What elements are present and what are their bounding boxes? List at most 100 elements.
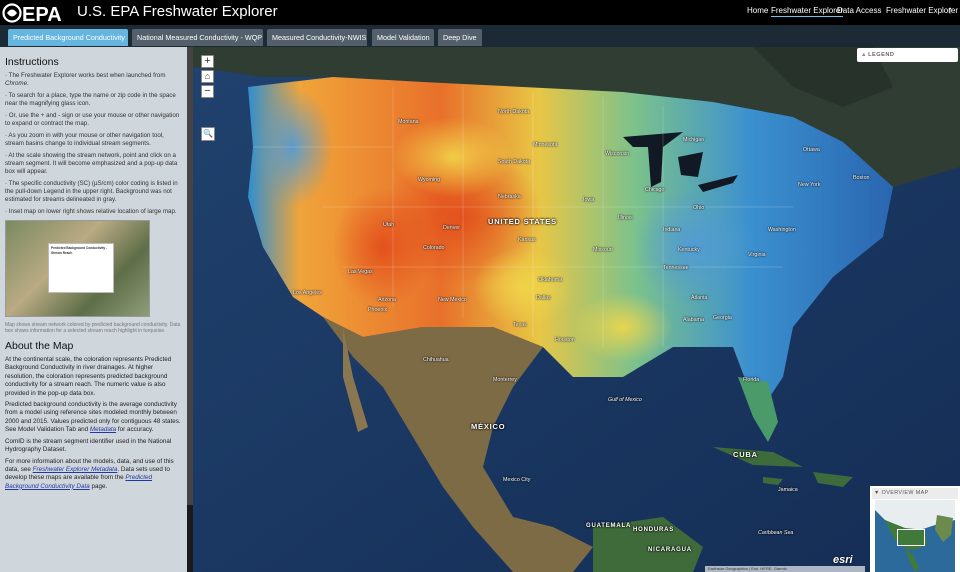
place-label: Chihuahua [423, 357, 449, 363]
logo-text: EPA [22, 4, 62, 24]
place-label: Kentucky [678, 247, 700, 253]
instructions-heading: Instructions [5, 56, 59, 68]
place-label: Atlanta [691, 295, 708, 301]
country-label-mexico: MÉXICO [471, 422, 506, 431]
chevron-down-icon: ▼ [874, 490, 880, 496]
country-label-cuba: CUBA [733, 450, 758, 459]
country-label-guatemala: GUATEMALA [586, 523, 632, 529]
map-canvas[interactable] [193, 47, 960, 572]
side-panel: Instructions · The Freshwater Explorer w… [0, 47, 193, 572]
hotspot-plains [473, 247, 573, 327]
example-screenshot-image: Predicted Background Conductivity - Stre… [5, 220, 150, 318]
search-button[interactable]: 🔍 [201, 127, 215, 141]
place-label: Wisconsin [605, 151, 630, 157]
about-paragraph-4: For more information about the models, d… [5, 458, 181, 492]
tab-bar: Predicted Background Conductivity Nation… [0, 25, 960, 47]
place-label: Florida [743, 377, 760, 383]
about-p2-end: for accuracy. [116, 426, 154, 434]
place-label: South Dakota [498, 159, 531, 165]
place-label: Phoenix [368, 307, 388, 313]
instruction-item: · As you zoom in with your mouse or othe… [5, 132, 181, 148]
sea-label: Caribbean Sea [758, 530, 794, 536]
place-label: Texas [513, 322, 527, 328]
about-paragraph-1: At the continental scale, the coloration… [5, 356, 172, 397]
chevron-up-icon: ▲ [861, 52, 867, 58]
home-icon: ⌂ [204, 71, 211, 81]
place-label: New York [798, 182, 821, 188]
instruction-item: · The specific conductivity (SC) (µS/cm)… [5, 180, 181, 205]
place-label: Georgia [713, 315, 732, 321]
place-label: Virginia [748, 252, 766, 258]
freshwater-explorer-metadata-link[interactable]: Freshwater Explorer Metadata [33, 466, 118, 473]
screenshot-caption: Map shows stream network colored by pred… [5, 322, 181, 335]
instruction-text: · Or, use the + and - sign or use your m… [5, 111, 180, 128]
about-paragraph-3: ComID is the stream segment identifier u… [5, 437, 172, 454]
overview-map-panel[interactable]: ▼ OVERVIEW MAP [870, 486, 960, 572]
example-popup: Predicted Background Conductivity - Stre… [48, 243, 114, 294]
place-label: Chicago [645, 187, 665, 193]
nav-home[interactable]: Home [747, 6, 768, 16]
metadata-link[interactable]: Metadata [90, 426, 116, 433]
tab-national-measured-conductivity-wqp[interactable]: National Measured Conductivity - WQP [132, 29, 263, 46]
place-label: Nebraska [498, 194, 521, 200]
instruction-item: · To search for a place, type the name o… [5, 92, 181, 108]
legend-toggle[interactable]: ▲ LEGEND [857, 48, 958, 62]
place-label: Missouri [593, 247, 613, 253]
epa-logo[interactable]: EPA [2, 1, 72, 24]
instruction-text: · Inset map on lower right shows relativ… [5, 207, 177, 215]
zoom-out-button[interactable]: − [201, 85, 214, 98]
place-label: Alabama [683, 317, 704, 323]
instruction-text: · The Freshwater Explorer works best whe… [5, 72, 166, 79]
place-label: Indiana [663, 227, 681, 233]
map-view[interactable]: UNITED STATES MÉXICO CUBA GUATEMALA HOND… [193, 47, 960, 572]
overview-map-header[interactable]: ▼ OVERVIEW MAP [872, 488, 958, 499]
nav-data-access[interactable]: Data Access [837, 6, 881, 16]
place-label: Ottawa [803, 147, 820, 153]
place-label: Ohio [693, 205, 705, 211]
place-label: Jamaica [778, 487, 798, 493]
place-label: Iowa [583, 197, 595, 203]
place-label: Minnesota [533, 142, 558, 148]
place-label: Illinois [618, 215, 633, 221]
instruction-item: · Or, use the + and - sign or use your m… [5, 112, 181, 128]
tab-predicted-background-conductivity[interactable]: Predicted Background Conductivity [8, 29, 128, 46]
tab-model-validation[interactable]: Model Validation [372, 29, 434, 46]
overview-map-label: OVERVIEW MAP [881, 490, 929, 496]
place-label: Utah [383, 222, 395, 228]
place-label: Washington [768, 227, 796, 233]
instruction-text: · As you zoom in with your mouse or othe… [5, 131, 164, 147]
header: EPA U.S. EPA Freshwater Explorer Home Fr… [0, 0, 960, 25]
instruction-text: · To search for a place, type the name o… [5, 91, 176, 108]
place-label: Los Angeles [293, 290, 322, 296]
place-label: Denver [443, 225, 461, 231]
country-label-usa: UNITED STATES [488, 217, 557, 226]
esri-logo: esri [833, 554, 853, 566]
hotspot-montana [393, 117, 513, 197]
tab-deep-dive[interactable]: Deep Dive [438, 29, 482, 46]
share-icon[interactable]: ⭡ [948, 6, 952, 16]
hotspot-south [573, 292, 673, 362]
instruction-text: · The specific conductivity (SC) (µS/cm)… [5, 179, 178, 204]
overview-map[interactable] [875, 500, 955, 572]
nav-freshwater-explorer[interactable]: Freshwater Explorer [771, 6, 844, 17]
tab-measured-conductivity-nwis[interactable]: Measured Conductivity-NWIS [267, 29, 367, 46]
app-title: U.S. EPA Freshwater Explorer [77, 3, 278, 20]
overview-extent-box[interactable] [897, 529, 925, 546]
place-label: North Dakota [498, 109, 530, 115]
zoom-in-button[interactable]: + [201, 55, 214, 68]
instruction-text-end: . [27, 80, 29, 88]
country-label-honduras: HONDURAS [633, 527, 675, 533]
home-button[interactable]: ⌂ [201, 70, 214, 83]
instruction-emphasis: Chrome [5, 80, 28, 88]
place-label: Dallas [536, 295, 551, 301]
legend-label: LEGEND [868, 52, 895, 58]
sea-label: Gulf of Mexico [608, 397, 642, 403]
hotspot-great-basin [333, 187, 433, 307]
search-icon: 🔍 [203, 129, 213, 138]
about-p4-end: page. [89, 482, 108, 490]
instruction-item: · The Freshwater Explorer works best whe… [5, 72, 181, 88]
place-label: Arizona [378, 297, 396, 303]
instructions-list: · The Freshwater Explorer works best whe… [5, 72, 181, 216]
place-label: Boston [853, 175, 870, 181]
place-label: Tennessee [663, 265, 689, 271]
